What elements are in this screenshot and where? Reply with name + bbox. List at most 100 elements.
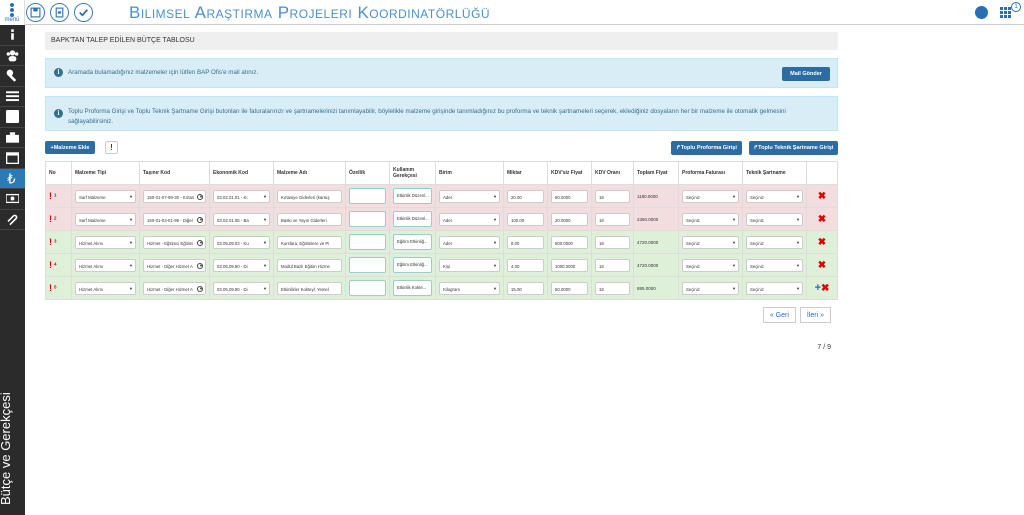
unit-select[interactable]: Adet bbox=[439, 212, 500, 226]
column-header: KDV'siz Fiyat bbox=[547, 161, 592, 185]
next-page-button[interactable]: İleri » bbox=[799, 307, 831, 323]
proforma-select-value: Seçiniz bbox=[686, 286, 700, 292]
economic-code-select[interactable]: 03.02.01.01 - Kı bbox=[213, 189, 270, 203]
unit-select[interactable]: Adet bbox=[439, 235, 500, 249]
briefcase-icon[interactable] bbox=[0, 128, 25, 148]
justification-input[interactable]: Eğitim Etkinliğ... bbox=[393, 257, 432, 273]
quantity-input[interactable]: 20.00 bbox=[507, 189, 544, 203]
delete-icon[interactable]: ✖ bbox=[818, 214, 826, 225]
quantity-input[interactable]: 15.00 bbox=[507, 281, 544, 295]
column-header: Taşınır Kod bbox=[139, 161, 210, 185]
vat-rate-input[interactable]: 18 bbox=[595, 281, 630, 295]
tasinir-code-select[interactable]: Hizmet - Diğer Hizmet A bbox=[143, 258, 206, 272]
check-icon[interactable] bbox=[74, 3, 93, 22]
material-name-input[interactable]: Baskı ve Yayın Giderleri bbox=[277, 212, 342, 226]
material-type-select[interactable]: Sarf Malzeme bbox=[75, 189, 136, 203]
unit-select[interactable]: Kişi bbox=[439, 258, 500, 272]
wrench-icon[interactable] bbox=[0, 66, 25, 87]
vat-rate-input[interactable]: 18 bbox=[595, 258, 630, 272]
quantity-input[interactable]: 4.00 bbox=[507, 258, 544, 272]
justification-input[interactable]: Etkinlik Düzenl... bbox=[393, 211, 432, 227]
calendar-icon[interactable] bbox=[0, 148, 25, 169]
spec-select[interactable]: Seçiniz bbox=[746, 189, 803, 203]
add-material-button[interactable]: +Malzeme Ekle bbox=[45, 141, 95, 154]
tasinir-code-select[interactable]: Hizmet - Diğer Hizmet A bbox=[143, 281, 206, 295]
refresh-icon[interactable] bbox=[197, 216, 203, 223]
material-type-select[interactable]: Hizmet Alımı bbox=[75, 281, 136, 295]
tasinir-code-select[interactable]: 150-01-03-01-99 - Diğer bbox=[143, 212, 206, 226]
cash-icon[interactable] bbox=[0, 189, 25, 210]
vat-rate-input[interactable]: 18 bbox=[595, 235, 630, 249]
spec-select[interactable]: Seçiniz bbox=[746, 212, 803, 226]
quantity-input[interactable]: 8.00 bbox=[507, 235, 544, 249]
users-icon[interactable] bbox=[0, 46, 25, 66]
feature-input[interactable] bbox=[349, 188, 386, 204]
vat-rate-input[interactable]: 18 bbox=[595, 189, 630, 203]
economic-code-select[interactable]: 03.05.09.03 - Ku bbox=[213, 235, 270, 249]
feature-input[interactable] bbox=[349, 211, 386, 227]
warning-button[interactable]: ! bbox=[105, 141, 118, 154]
economic-code-select[interactable]: 03.05.09.90 - Di bbox=[213, 258, 270, 272]
vat-rate-input[interactable]: 18 bbox=[595, 212, 630, 226]
price-input[interactable]: 1000.0000 bbox=[551, 258, 588, 272]
mail-send-button[interactable]: Mail Gönder bbox=[782, 67, 830, 81]
proforma-select[interactable]: Seçiniz bbox=[682, 281, 739, 295]
material-name-input[interactable]: Kurslara, Eğitimlere ve Pi bbox=[277, 235, 342, 249]
justification-input[interactable]: Etkinlik Düzenl... bbox=[393, 188, 432, 204]
proforma-select[interactable]: Seçiniz bbox=[682, 189, 739, 203]
delete-icon[interactable]: ✖ bbox=[818, 237, 826, 248]
price-input[interactable]: 500.0000 bbox=[551, 235, 588, 249]
quantity-input[interactable]: 100.00 bbox=[507, 212, 544, 226]
menu-button[interactable]: menü bbox=[0, 0, 25, 25]
price-input[interactable]: 50.0000 bbox=[551, 281, 588, 295]
info-icon[interactable] bbox=[0, 25, 25, 46]
save-icon[interactable] bbox=[26, 3, 45, 22]
paperclip-icon[interactable] bbox=[0, 210, 25, 230]
money-icon[interactable]: ₺ bbox=[0, 168, 25, 189]
economic-code-select[interactable]: 03.02.01.05 - Ba bbox=[213, 212, 270, 226]
feature-input[interactable] bbox=[349, 234, 386, 250]
tasinir-code-select[interactable]: Hizmet - Eğitimci Eğitimi bbox=[143, 235, 206, 249]
proforma-select[interactable]: Seçiniz bbox=[682, 235, 739, 249]
list-icon[interactable] bbox=[0, 87, 25, 107]
spec-select[interactable]: Seçiniz bbox=[746, 235, 803, 249]
refresh-icon[interactable] bbox=[197, 239, 203, 246]
delete-icon[interactable]: ✖ bbox=[818, 260, 826, 271]
material-name-input[interactable]: Modül Bazlı Eğitim Hizme bbox=[277, 258, 342, 272]
material-type-select[interactable]: Sarf Malzeme bbox=[75, 212, 136, 226]
delete-icon[interactable]: ✖ bbox=[821, 283, 829, 294]
info-alert-text: Toplu Proforma Girişi ve Toplu Teknik Şa… bbox=[68, 108, 786, 125]
pdf-icon[interactable] bbox=[50, 3, 69, 22]
price-input[interactable]: 50.0000 bbox=[551, 189, 588, 203]
refresh-icon[interactable] bbox=[197, 285, 203, 292]
proforma-select[interactable]: Seçiniz bbox=[682, 212, 739, 226]
spec-select[interactable]: Seçiniz bbox=[746, 258, 803, 272]
delete-icon[interactable]: ✖ bbox=[818, 191, 826, 202]
feature-input[interactable] bbox=[349, 257, 386, 273]
tasinir-code-value: Hizmet - Diğer Hizmet A bbox=[147, 286, 193, 292]
material-type-select[interactable]: Hizmet Alımı bbox=[75, 235, 136, 249]
unit-select[interactable]: Adet bbox=[439, 189, 500, 203]
warning-icon: ! bbox=[49, 283, 52, 293]
material-type-select[interactable]: Hizmet Alımı bbox=[75, 258, 136, 272]
unit-select-value: Adet bbox=[443, 240, 452, 246]
justification-input[interactable]: Etkinlik Kokte... bbox=[393, 280, 432, 296]
material-name-input[interactable]: Kırtasiye Giderleri (kartuş bbox=[277, 189, 342, 203]
bulk-proforma-button[interactable]: ↱Toplu Proforma Girişi bbox=[671, 141, 742, 155]
prev-page-button[interactable]: « Geri bbox=[762, 307, 796, 323]
apps-grid-icon[interactable] bbox=[1000, 7, 1011, 18]
checklist-icon[interactable] bbox=[0, 107, 25, 128]
bulk-spec-button[interactable]: ↱Toplu Teknik Şartname Girişi bbox=[749, 141, 838, 155]
justification-input[interactable]: Eğitim Etkinliğ... bbox=[393, 234, 432, 250]
globe-icon[interactable] bbox=[975, 6, 988, 19]
proforma-select[interactable]: Seçiniz bbox=[682, 258, 739, 272]
economic-code-select[interactable]: 03.05.09.90 - Di bbox=[213, 281, 270, 295]
feature-input[interactable] bbox=[349, 280, 386, 296]
refresh-icon[interactable] bbox=[197, 193, 203, 200]
tasinir-code-select[interactable]: 150-01-07-99-30 - Kırtas bbox=[143, 189, 206, 203]
price-input[interactable]: 20.0000 bbox=[551, 212, 588, 226]
spec-select[interactable]: Seçiniz bbox=[746, 281, 803, 295]
unit-select[interactable]: Kilogram bbox=[439, 281, 500, 295]
refresh-icon[interactable] bbox=[197, 262, 203, 269]
material-name-input[interactable]: Etkinlikler Kokteyl, Yemel bbox=[277, 281, 342, 295]
